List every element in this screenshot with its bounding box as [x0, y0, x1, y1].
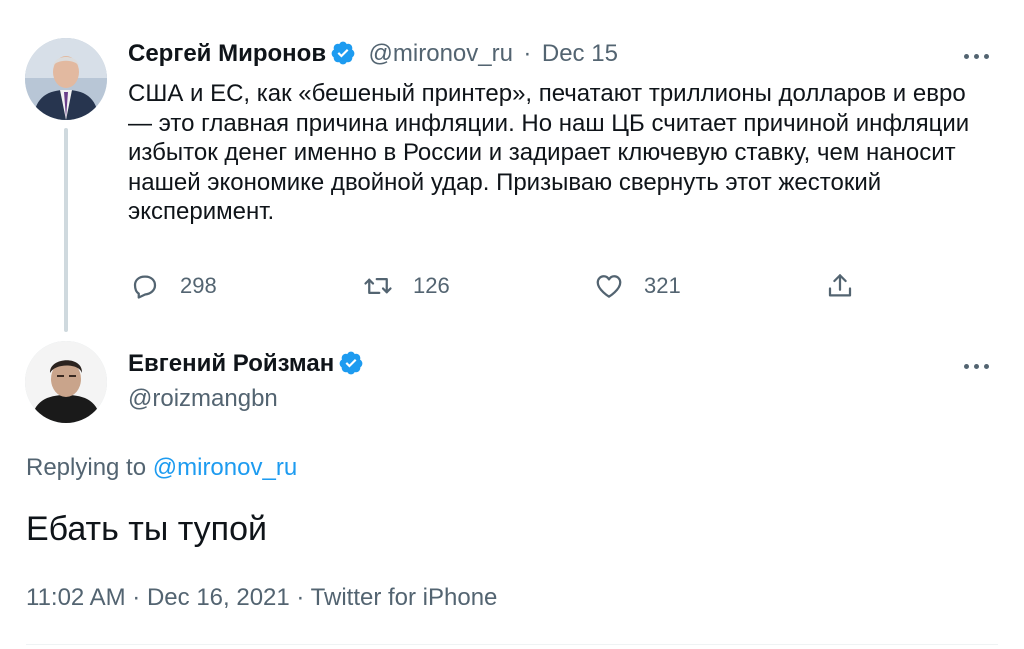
verified-badge-icon	[339, 351, 363, 375]
reply-author-handle[interactable]: @roizmangbn	[128, 385, 278, 413]
share-button[interactable]	[825, 271, 855, 301]
person-photo-icon	[25, 341, 107, 423]
more-options-icon[interactable]	[964, 46, 994, 66]
person-photo-icon	[25, 38, 107, 120]
reply-meta: 11:02 AM · Dec 16, 2021 · Twitter for iP…	[26, 584, 497, 612]
share-icon	[828, 274, 852, 297]
heart-icon	[596, 275, 622, 298]
reply-source-link[interactable]: Twitter for iPhone	[311, 584, 498, 611]
tweet-text: США и ЕС, как «бешеный принтер», печатаю…	[128, 80, 970, 225]
retweet-button[interactable]: 126	[363, 271, 450, 301]
author-handle[interactable]: @mironov_ru	[369, 40, 513, 67]
avatar-roizman[interactable]	[25, 341, 107, 423]
like-count: 321	[644, 273, 681, 298]
reply-timestamp[interactable]: 11:02 AM · Dec 16, 2021	[26, 584, 290, 611]
retweet-icon	[364, 278, 392, 294]
reply-count: 298	[180, 273, 217, 298]
reply-date: Dec 16, 2021	[146, 584, 290, 611]
reply-author-name[interactable]: Евгений Ройзман	[128, 350, 334, 377]
verified-badge-icon	[331, 41, 355, 65]
separator-dot: ·	[523, 40, 532, 67]
divider	[26, 644, 998, 645]
tweet-header: Сергей Миронов @mironov_ru · Dec 15	[128, 40, 618, 68]
tweet-date[interactable]: Dec 15	[542, 40, 618, 67]
replying-to-handle-link[interactable]: @mironov_ru	[153, 454, 297, 481]
replying-to: Replying to @mironov_ru	[26, 454, 297, 482]
thread-line	[64, 128, 68, 332]
like-button[interactable]: 321	[594, 271, 681, 301]
more-options-icon[interactable]	[964, 356, 994, 376]
replying-to-label: Replying to	[26, 454, 147, 481]
avatar-mironov[interactable]	[25, 38, 107, 120]
reply-time: 11:02 AM	[26, 584, 126, 611]
retweet-count: 126	[413, 273, 450, 298]
reply-button[interactable]: 298	[130, 271, 217, 301]
reply-text: Ебать ты тупой	[26, 510, 267, 548]
separator-dot: ·	[296, 584, 305, 611]
separator-dot: ·	[132, 584, 141, 611]
reply-author-name-row: Евгений Ройзман	[128, 350, 364, 378]
author-name[interactable]: Сергей Миронов	[128, 40, 326, 67]
reply-icon	[133, 275, 157, 299]
